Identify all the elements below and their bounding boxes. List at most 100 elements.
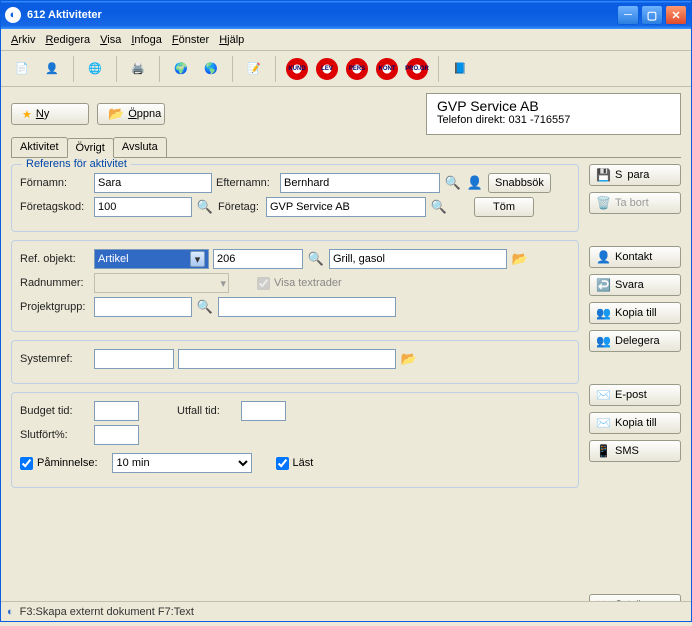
tool-new-icon[interactable]: 📄 [9,56,35,82]
svara-button[interactable]: ↩️Svara [589,274,681,296]
select-radnummer: ▾ [94,273,229,293]
kopia-till2-button[interactable]: ✉️Kopia till [589,412,681,434]
checkbox-paminnelse[interactable] [20,457,33,470]
label-paminnelse: Påminnelse: [37,457,98,469]
minimize-button[interactable]: ─ [617,5,639,25]
select-refobjekt[interactable]: Artikel ▾ [94,249,209,269]
tool-foretag-icon[interactable]: 🌎 [198,56,224,82]
input-refobjekt-desc[interactable] [329,249,507,269]
checkbox-last[interactable] [276,457,289,470]
label-foretagskod: Företagskod: [20,201,90,213]
label-last: Läst [293,457,314,469]
tab-ovrigt[interactable]: Övrigt [67,138,114,158]
menu-fonster[interactable]: Fönster [172,34,209,46]
status-text: F3:Skapa externt dokument F7:Text [20,606,194,618]
chevron-down-icon: ▾ [190,251,205,267]
maximize-button[interactable]: ▢ [641,5,663,25]
search-refobjekt-icon[interactable]: 🔍 [307,250,325,268]
toolbar: 📄 👤 🌐 🖨️ 🌍 🌎 📝 KUND LEV PERS KONT PRO.GR… [1,51,691,87]
input-efternamn[interactable] [280,173,440,193]
input-fornamn[interactable] [94,173,212,193]
spara-button[interactable]: 💾Spara [589,164,681,186]
kopia-till-button[interactable]: 👥Kopia till [589,302,681,324]
company-name: GVP Service AB [437,98,670,114]
person-icon[interactable]: 👤 [466,174,484,192]
label-budget: Budget tid: [20,405,90,417]
label-projektgrupp: Projektgrupp: [20,301,90,313]
oppna-button[interactable]: 📂Öppna [97,103,165,125]
search-foretag-icon[interactable]: 🔍 [430,198,448,216]
status-icon: ◐ [7,606,14,618]
tab-avsluta[interactable]: Avsluta [113,137,167,157]
reply-icon: ↩️ [596,278,610,292]
group-referens: Referens för aktivitet Förnamn: Efternam… [11,164,579,232]
menu-infoga[interactable]: Infoga [131,34,162,46]
tab-aktivitet[interactable]: Aktivitet [11,137,68,157]
tom-button[interactable]: Töm [474,197,534,217]
right-pane: 💾Spara 🗑️Ta bort 👤Kontakt ↩️Svara 👥Kopia… [589,164,681,616]
tool-kont-icon[interactable]: 🌍 [168,56,194,82]
folder-refobjekt-icon[interactable]: 📂 [511,250,529,268]
contact-icon: 👤 [596,250,610,264]
sms-button[interactable]: 📱SMS [589,440,681,462]
delegate-icon: 👥 [596,334,610,348]
email-icon: ✉️ [596,388,610,402]
epost-button[interactable]: ✉️E-post [589,384,681,406]
tool-book-icon[interactable]: 📘 [447,56,473,82]
delegera-button[interactable]: 👥Delegera [589,330,681,352]
menu-arkiv[interactable]: Arkiv [11,34,35,46]
tool-print-icon[interactable]: 🖨️ [125,56,151,82]
input-utfall[interactable] [241,401,286,421]
company-box: GVP Service AB Telefon direkt: 031 -7165… [426,93,681,135]
badge-kont-icon[interactable]: KONT [374,56,400,82]
check-last[interactable]: Läst [276,457,314,470]
folder-systemref-icon[interactable]: 📂 [400,350,418,368]
menu-redigera[interactable]: Redigera [45,34,90,46]
label-foretag: Företag: [218,201,262,213]
save-icon: 💾 [596,168,610,182]
tool-globe-icon[interactable]: 🌐 [82,56,108,82]
tabstrip: Aktivitet Övrigt Avsluta [1,137,691,157]
ny-button[interactable]: ★Ny [11,103,89,125]
search-foretagskod-icon[interactable]: 🔍 [196,198,214,216]
tabort-button: 🗑️Ta bort [589,192,681,214]
input-foretagskod[interactable] [94,197,192,217]
copy-to-icon: 👥 [596,306,610,320]
input-budget[interactable] [94,401,139,421]
label-slutfort: Slutfört%: [20,429,90,441]
badge-pers-icon[interactable]: PERS [344,56,370,82]
input-projektgrupp-code[interactable] [94,297,192,317]
legend-referens: Referens för aktivitet [22,158,131,170]
input-refobjekt-code[interactable] [213,249,303,269]
label-systemref: Systemref: [20,353,90,365]
titlebar: ◐ 612 Aktiviteter ─ ▢ ✕ [1,1,691,29]
label-efternamn: Efternamn: [216,177,276,189]
input-foretag[interactable] [266,197,426,217]
input-systemref1[interactable] [94,349,174,369]
menu-hjalp[interactable]: Hjälp [219,34,244,46]
snabbsok-button[interactable]: Snabbsök [488,173,551,193]
checkbox-visa-textrader [257,277,270,290]
check-visa-textrader: Visa textrader [257,277,342,290]
menu-visa[interactable]: Visa [100,34,121,46]
sms-icon: 📱 [596,444,610,458]
close-button[interactable]: ✕ [665,5,687,25]
group-refobjekt: Ref. objekt: Artikel ▾ 🔍 📂 Radnummer: ▾ [11,240,579,332]
kontakt-button[interactable]: 👤Kontakt [589,246,681,268]
menubar: Arkiv Redigera Visa Infoga Fönster Hjälp [1,29,691,51]
check-paminnelse[interactable]: Påminnelse: [20,457,98,470]
input-projektgrupp-desc[interactable] [218,297,396,317]
input-slutfort[interactable] [94,425,139,445]
badge-kund-icon[interactable]: KUND [284,56,310,82]
window-title: 612 Aktiviteter [27,9,617,21]
label-utfall: Utfall tid: [177,405,237,417]
search-projektgrupp-icon[interactable]: 🔍 [196,298,214,316]
badge-progr-icon[interactable]: PRO.GR [404,56,430,82]
tool-user-icon[interactable]: 👤 [39,56,65,82]
search-person-icon[interactable]: 🔍 [444,174,462,192]
select-paminnelse[interactable]: 10 min [112,453,252,473]
left-pane: Referens för aktivitet Förnamn: Efternam… [11,164,579,616]
tool-note-icon[interactable]: 📝 [241,56,267,82]
input-systemref2[interactable] [178,349,396,369]
badge-lev-icon[interactable]: LEV [314,56,340,82]
